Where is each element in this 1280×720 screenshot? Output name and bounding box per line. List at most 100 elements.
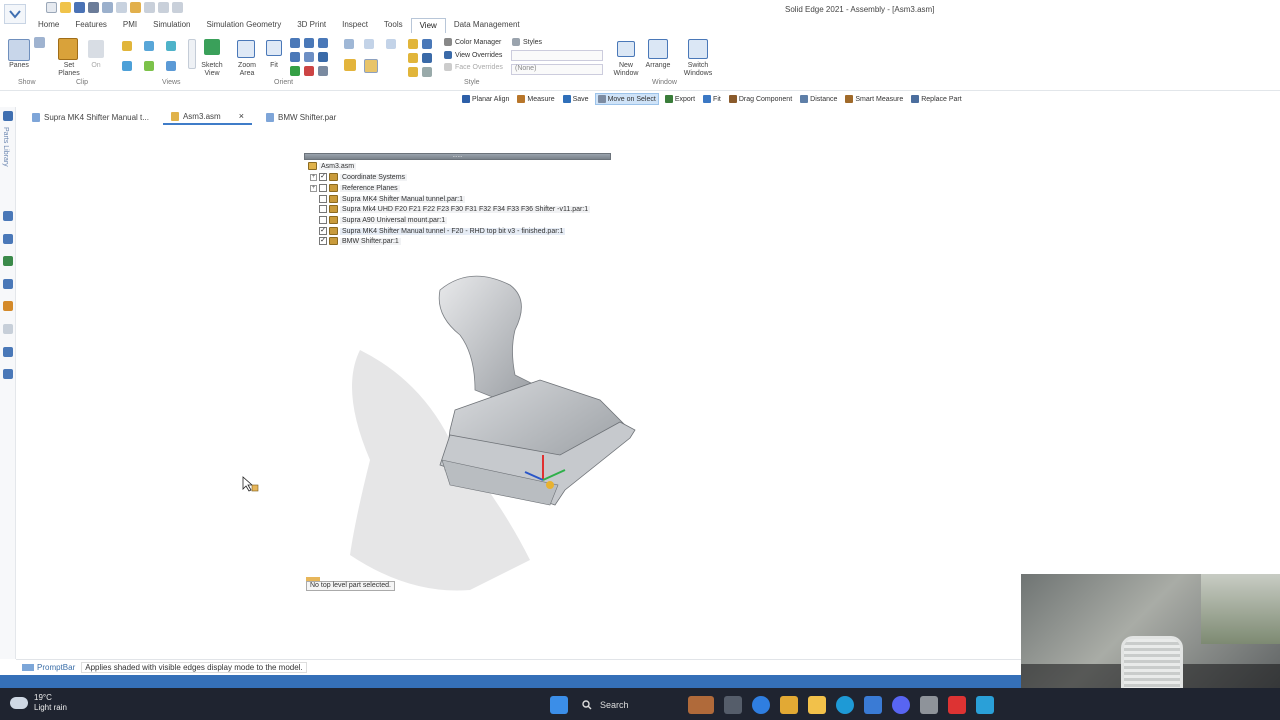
tab-pmi[interactable]: PMI <box>115 18 145 33</box>
sketch-view-button[interactable]: Sketch View <box>198 62 226 78</box>
copilot-icon[interactable] <box>780 696 798 714</box>
tab-features[interactable]: Features <box>67 18 115 33</box>
styles-button[interactable]: Styles <box>512 38 542 46</box>
rotate-icon[interactable] <box>318 38 328 48</box>
application-menu-button[interactable] <box>4 4 26 24</box>
panes-button[interactable]: Panes <box>4 62 34 70</box>
tree-item[interactable]: ✓ Supra MK4 Shifter Manual tunnel - F20 -… <box>310 226 566 236</box>
taskbar-search[interactable]: Search <box>578 695 678 715</box>
spin-about-icon[interactable] <box>290 52 300 62</box>
cmd-measure[interactable]: Measure <box>515 93 556 105</box>
view-left-icon[interactable] <box>144 61 154 71</box>
family-table-icon[interactable] <box>3 279 13 289</box>
view-front-icon[interactable] <box>166 41 176 51</box>
app-icon[interactable] <box>920 696 938 714</box>
clip-on-icon[interactable] <box>88 40 104 58</box>
pan-icon[interactable] <box>304 38 314 48</box>
hidden-edges-icon[interactable] <box>364 39 374 49</box>
tab-simulation-geometry[interactable]: Simulation Geometry <box>199 18 290 33</box>
visibility-checkbox[interactable]: ✓ <box>319 237 327 245</box>
visible-edges-icon[interactable] <box>344 39 354 49</box>
zoom-icon[interactable] <box>290 38 300 48</box>
pathfinder-drag-handle[interactable]: ...... <box>304 153 611 160</box>
view-iso-icon[interactable] <box>122 41 132 51</box>
expand-toggle[interactable]: + <box>310 173 317 181</box>
file-explorer-icon[interactable] <box>808 696 826 714</box>
color-manager-button[interactable]: Color Manager <box>444 38 501 46</box>
tab-tools[interactable]: Tools <box>376 18 411 33</box>
named-views-icon[interactable] <box>318 66 328 76</box>
store-icon[interactable] <box>864 696 882 714</box>
tree-root[interactable]: Asm3.asm <box>308 161 357 171</box>
feature-library-icon[interactable] <box>3 256 13 266</box>
tree-item[interactable]: + Reference Planes <box>310 183 400 193</box>
view-style-icon-6[interactable] <box>422 67 432 77</box>
view-style-icon-1[interactable] <box>408 39 418 49</box>
tree-item[interactable]: Supra Mk4 UHD F20 F21 F22 F23 F30 F31 F3… <box>310 204 591 214</box>
face-overrides-dropdown[interactable]: (None) <box>511 64 603 75</box>
set-planes-button[interactable]: Set Planes <box>54 62 84 78</box>
tab-inspect[interactable]: Inspect <box>334 18 376 33</box>
undo-icon[interactable] <box>144 2 155 13</box>
arrange-button[interactable]: Arrange <box>642 62 674 70</box>
close-icon[interactable]: × <box>239 111 244 121</box>
view-style-icon-3[interactable] <box>408 53 418 63</box>
new-icon[interactable] <box>46 2 57 13</box>
discord-icon[interactable] <box>892 696 910 714</box>
view-top-icon[interactable] <box>144 41 154 51</box>
view-bottom-icon[interactable] <box>166 61 176 71</box>
cmd-fit[interactable]: Fit <box>701 93 723 105</box>
color-icon[interactable] <box>3 301 13 311</box>
cmd-smart-measure[interactable]: Smart Measure <box>843 93 905 105</box>
fit-button[interactable]: Fit <box>265 62 283 70</box>
new-window-icon[interactable] <box>617 41 635 57</box>
doc-tab-bmw-shifter[interactable]: BMW Shifter.par <box>258 109 344 125</box>
tab-view[interactable]: View <box>410 18 446 33</box>
redo-icon[interactable] <box>158 2 169 13</box>
solid-edge-icon[interactable] <box>948 696 966 714</box>
cmd-distance[interactable]: Distance <box>798 93 839 105</box>
zoom-area-icon[interactable] <box>237 40 255 58</box>
switch-windows-icon[interactable] <box>688 39 708 59</box>
cmd-drag-component[interactable]: Drag Component <box>727 93 794 105</box>
search-highlight-icon[interactable] <box>688 696 714 714</box>
previous-view-icon[interactable] <box>290 66 300 76</box>
sketch-view-icon[interactable] <box>204 39 220 55</box>
visibility-checkbox[interactable]: ✓ <box>319 227 327 235</box>
pane-toggle-icon[interactable] <box>34 37 45 48</box>
shaded-visible-edges-icon[interactable] <box>364 59 378 73</box>
clip-on-button[interactable]: On <box>86 62 106 70</box>
copy-icon[interactable] <box>116 2 127 13</box>
tab-simulation[interactable]: Simulation <box>145 18 198 33</box>
cmd-replace-part[interactable]: Replace Part <box>909 93 963 105</box>
help-icon[interactable] <box>3 234 13 244</box>
views-gallery-scroll[interactable] <box>188 39 196 69</box>
search-icon[interactable] <box>3 347 13 357</box>
edge-icon[interactable] <box>836 696 854 714</box>
solid-edge-window-icon[interactable] <box>976 696 994 714</box>
zoom-area-button[interactable]: Zoom Area <box>232 62 262 78</box>
visibility-checkbox[interactable] <box>319 184 327 192</box>
print-icon[interactable] <box>102 2 113 13</box>
tab-data-management[interactable]: Data Management <box>446 18 528 33</box>
save-icon[interactable] <box>74 2 85 13</box>
start-icon[interactable] <box>550 696 568 714</box>
arrange-icon[interactable] <box>648 39 668 59</box>
fit-icon[interactable] <box>266 40 282 56</box>
task-view-icon[interactable] <box>724 696 742 714</box>
open-icon[interactable] <box>60 2 71 13</box>
cmd-planar-align[interactable]: Planar Align <box>460 93 511 105</box>
look-at-icon[interactable] <box>304 52 314 62</box>
visibility-checkbox[interactable] <box>319 205 327 213</box>
tree-item[interactable]: Supra A90 Universal mount.par:1 <box>310 215 448 225</box>
tree-item[interactable]: + ✓ Coordinate Systems <box>310 172 408 182</box>
cmd-move-on-select[interactable]: Move on Select <box>594 93 659 105</box>
cmd-export[interactable]: Export <box>663 93 697 105</box>
set-planes-icon[interactable] <box>58 38 78 60</box>
doc-tab-supra-shifter[interactable]: Supra MK4 Shifter Manual t... <box>24 109 157 125</box>
layers-icon[interactable] <box>3 211 13 221</box>
view-overrides-dropdown[interactable] <box>511 50 603 61</box>
tree-item[interactable]: Supra MK4 Shifter Manual tunnel.par:1 <box>310 194 466 204</box>
customize-icon[interactable] <box>172 2 183 13</box>
visibility-checkbox[interactable] <box>319 216 327 224</box>
